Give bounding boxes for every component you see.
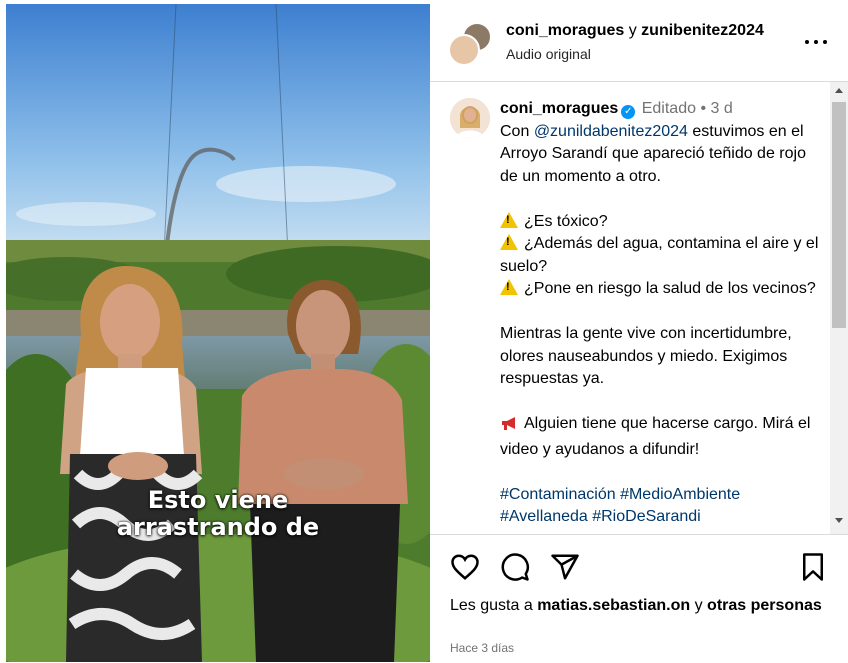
question-item: ¿Además del agua, contamina el aire y el… bbox=[500, 233, 825, 278]
scroll-up-arrow-icon[interactable] bbox=[835, 88, 843, 93]
question-text: ¿Pone en riesgo la salud de los vecinos? bbox=[524, 280, 816, 297]
warning-icon bbox=[500, 211, 518, 228]
caption-paragraph-text: Alguien tiene que hacerse cargo. Mirá el… bbox=[500, 415, 811, 458]
separator: • bbox=[700, 100, 707, 117]
person-left bbox=[60, 266, 203, 662]
audio-link[interactable]: Audio original bbox=[506, 46, 591, 62]
likes-prefix: Les gusta a bbox=[450, 597, 533, 614]
likes-connector: y bbox=[694, 597, 703, 614]
hashtags[interactable]: #Avellaneda #RioDeSarandi bbox=[500, 508, 701, 525]
post-dialog: Esto viene arrastrando de coni_moragues … bbox=[0, 0, 848, 662]
liker-link[interactable]: matias.sebastian.on bbox=[537, 597, 690, 614]
verified-badge-icon: ✓ bbox=[621, 105, 636, 119]
warning-icon bbox=[500, 279, 518, 295]
author-link-primary[interactable]: coni_moragues bbox=[506, 22, 624, 39]
edited-label: Editado bbox=[641, 100, 696, 117]
caption-intro-prefix: Con bbox=[500, 122, 530, 140]
heart-icon[interactable] bbox=[450, 552, 480, 582]
author-link-secondary[interactable]: zunibenitez2024 bbox=[641, 22, 764, 39]
scroll-down-arrow-icon[interactable] bbox=[835, 518, 843, 523]
caption-scrollbar[interactable] bbox=[830, 82, 848, 534]
video-caption-line2: arrastrando de bbox=[116, 513, 320, 541]
mention-link[interactable]: @zunildabenitez2024 bbox=[534, 123, 688, 140]
likes-summary: Les gusta a matias.sebastian.on y otras … bbox=[450, 594, 830, 617]
caption-body: coni_moragues ✓ Editado • 3 d Con @zunild… bbox=[500, 98, 825, 534]
scrollbar-thumb[interactable] bbox=[832, 102, 846, 328]
megaphone-icon bbox=[500, 415, 518, 439]
other-likers-link[interactable]: otras personas bbox=[707, 597, 822, 614]
post-actions: Les gusta a matias.sebastian.on y otras … bbox=[430, 534, 848, 663]
question-item: ¿Es tóxico? bbox=[500, 211, 825, 234]
post-caption: coni_moragues ✓ Editado • 3 d Con @zunild… bbox=[430, 82, 830, 534]
video-caption-line1: Esto viene bbox=[147, 486, 289, 514]
question-text: ¿Es tóxico? bbox=[524, 212, 608, 230]
authors-connector: y bbox=[628, 22, 637, 39]
post-timestamp[interactable]: Hace 3 días bbox=[450, 641, 514, 655]
more-options-icon[interactable] bbox=[804, 30, 828, 54]
avatar[interactable] bbox=[450, 98, 490, 138]
caption-age[interactable]: 3 d bbox=[711, 100, 733, 117]
post-header: coni_moragues y zunibenitez2024 Audio or… bbox=[430, 0, 848, 82]
caption-paragraph: Alguien tiene que hacerse cargo. Mirá el… bbox=[500, 413, 825, 461]
avatar bbox=[448, 34, 480, 66]
post-authors: coni_moragues y zunibenitez2024 bbox=[506, 22, 764, 40]
warning-icon bbox=[500, 234, 518, 250]
video-frame bbox=[6, 4, 430, 662]
bookmark-icon[interactable] bbox=[798, 552, 828, 582]
question-text: ¿Además del agua, contamina el aire y el… bbox=[500, 235, 819, 275]
hashtags[interactable]: #Contaminación #MedioAmbiente bbox=[500, 486, 740, 503]
comment-icon[interactable] bbox=[500, 552, 530, 582]
post-side-panel: coni_moragues y zunibenitez2024 Audio or… bbox=[430, 0, 848, 662]
collab-avatars[interactable] bbox=[448, 22, 492, 66]
question-item: ¿Pone en riesgo la salud de los vecinos? bbox=[500, 278, 825, 301]
share-icon[interactable] bbox=[550, 552, 580, 582]
caption-username[interactable]: coni_moragues bbox=[500, 100, 618, 117]
post-video[interactable]: Esto viene arrastrando de bbox=[6, 4, 430, 662]
caption-paragraph: Mientras la gente vive con incertidumbre… bbox=[500, 325, 792, 387]
